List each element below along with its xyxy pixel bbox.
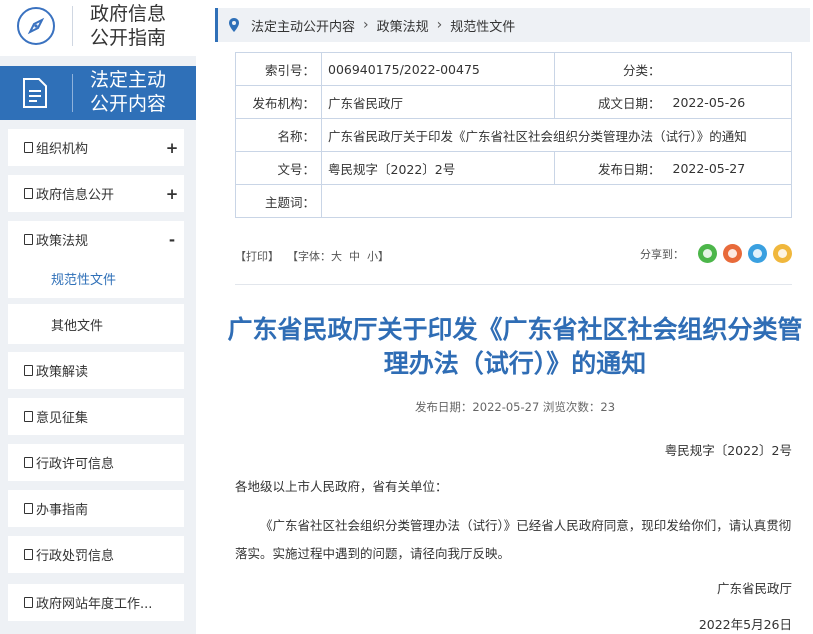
sidebar: 政府信息 公开指南 法定主动 公开内容 组织机构 + 政府信息公开 + 政策法规 <box>0 0 196 634</box>
docno-value: 粤民规字〔2022〕2号 <box>321 151 555 185</box>
document-icon <box>22 78 48 108</box>
section-header[interactable]: 法定主动 公开内容 <box>0 66 196 120</box>
weibo-icon[interactable] <box>723 244 742 263</box>
breadcrumb-separator: › <box>363 17 369 33</box>
published-label: 发布日期： <box>554 151 667 185</box>
sidebar-subitem-normative[interactable]: 规范性文件 <box>8 258 184 298</box>
index-value: 006940175/2022-00475 <box>321 52 555 86</box>
article-paragraph: 《广东省社区社会组织分类管理办法（试行）》已经省人民政府同意，现印发给你们，请认… <box>235 518 792 561</box>
doc-info-table: 索引号： 006940175/2022-00475 分类： 发布机构： 广东省民… <box>235 52 792 218</box>
section-title: 法定主动 公开内容 <box>90 69 167 115</box>
doc-icon <box>24 365 33 376</box>
sidebar-item-license[interactable]: 行政许可信息 <box>8 444 184 481</box>
collapse-icon[interactable]: - <box>160 231 184 249</box>
doc-icon <box>24 597 33 608</box>
compass-icon <box>17 7 55 45</box>
section-divider <box>72 74 73 112</box>
print-button[interactable]: 【打印】 <box>235 248 279 264</box>
guide-link[interactable]: 政府信息 公开指南 <box>0 0 196 56</box>
guide-divider <box>72 6 73 46</box>
subject-label: 主题词： <box>235 184 322 218</box>
tools-bar: 【打印】 【字体：大 中 小】 分享到： <box>235 242 792 268</box>
guide-title: 政府信息 公开指南 <box>90 3 167 49</box>
expand-icon[interactable]: + <box>160 139 184 157</box>
doc-icon <box>24 142 33 153</box>
created-value: 2022-05-26 <box>666 85 792 119</box>
name-label: 名称： <box>235 118 322 152</box>
sidebar-item-gov-info[interactable]: 政府信息公开 + <box>8 175 184 212</box>
sidebar-item-annual-report[interactable]: 政府网站年度工作... <box>8 584 184 621</box>
doc-icon <box>24 411 33 422</box>
font-large-button[interactable]: 大 <box>331 250 342 263</box>
name-value: 广东省民政厅关于印发《广东省社区社会组织分类管理办法（试行）》的通知 <box>321 118 792 152</box>
article-title: 广东省民政厅关于印发《广东省社区社会组织分类管理办法（试行）》的通知 <box>227 315 803 378</box>
sidebar-subitem-other[interactable]: 其他文件 <box>8 304 184 344</box>
font-mid-button[interactable]: 中 <box>349 250 360 263</box>
subject-value <box>321 184 792 218</box>
qzone-icon[interactable] <box>773 244 792 263</box>
sidebar-item-consultation[interactable]: 意见征集 <box>8 398 184 435</box>
sidebar-item-guide[interactable]: 办事指南 <box>8 490 184 527</box>
doc-icon <box>24 503 33 514</box>
article-signature-org: 广东省民政厅 <box>716 581 792 596</box>
article-docnum: 粤民规字〔2022〕2号 <box>664 443 792 458</box>
location-pin-icon <box>229 18 239 32</box>
index-label: 索引号： <box>235 52 322 86</box>
published-value: 2022-05-27 <box>666 151 792 185</box>
divider <box>235 284 792 285</box>
font-size-control: 【字体：大 中 小】 <box>287 250 389 263</box>
category-value <box>666 52 792 86</box>
breadcrumb-item[interactable]: 政策法规 <box>377 16 429 35</box>
article-signature-date: 2022年5月26日 <box>698 617 792 632</box>
wechat-icon[interactable] <box>698 244 717 263</box>
qq-icon[interactable] <box>748 244 767 263</box>
breadcrumb: 法定主动公开内容 › 政策法规 › 规范性文件 <box>215 8 810 42</box>
sidebar-item-penalty[interactable]: 行政处罚信息 <box>8 536 184 573</box>
issuer-value: 广东省民政厅 <box>321 85 555 119</box>
article-meta: 发布日期：2022-05-27 浏览次数：23 <box>414 400 616 414</box>
breadcrumb-item[interactable]: 法定主动公开内容 <box>251 16 355 35</box>
article-greeting: 各地级以上市人民政府，省有关单位： <box>235 479 448 494</box>
doc-icon <box>24 457 33 468</box>
expand-icon[interactable]: + <box>160 185 184 203</box>
breadcrumb-item[interactable]: 规范性文件 <box>450 16 515 35</box>
font-small-button[interactable]: 小 <box>367 250 378 263</box>
sidebar-item-policy[interactable]: 政策法规 - <box>8 221 184 258</box>
doc-icon <box>24 234 33 245</box>
issuer-label: 发布机构： <box>235 85 322 119</box>
sidebar-item-org[interactable]: 组织机构 + <box>8 129 184 166</box>
category-label: 分类： <box>554 52 667 86</box>
share-label: 分享到： <box>640 247 684 261</box>
sidebar-item-interpretation[interactable]: 政策解读 <box>8 352 184 389</box>
doc-icon <box>24 549 33 560</box>
doc-icon <box>24 188 33 199</box>
docno-label: 文号： <box>235 151 322 185</box>
breadcrumb-separator: › <box>436 17 443 33</box>
created-label: 成文日期： <box>554 85 667 119</box>
